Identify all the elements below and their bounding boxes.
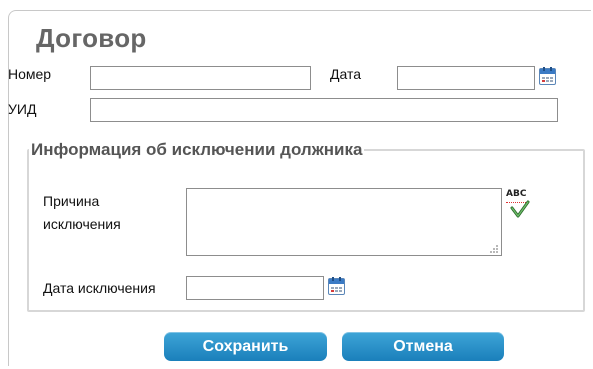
- number-label: Номер: [8, 66, 52, 82]
- exclusion-calendar-icon[interactable]: [328, 277, 345, 295]
- exclusion-legend: Информация об исключении должника: [31, 140, 363, 159]
- resize-grip-icon[interactable]: [490, 245, 498, 253]
- spellcheck-icon[interactable]: ABC: [506, 190, 534, 220]
- exclusion-date-label: Дата исключения: [43, 280, 156, 296]
- reason-textarea[interactable]: [186, 188, 502, 256]
- reason-label-line1: Причина: [43, 193, 100, 209]
- calendar-icon[interactable]: [539, 67, 556, 85]
- uid-label: УИД: [8, 101, 37, 117]
- number-input[interactable]: [90, 66, 311, 90]
- date-label: Дата: [330, 66, 362, 82]
- cancel-button[interactable]: Отмена: [342, 332, 504, 361]
- page-title: Договор: [36, 23, 147, 53]
- reason-label-line2: исключения: [43, 216, 121, 232]
- uid-input[interactable]: [90, 98, 558, 122]
- exclusion-date-input[interactable]: [186, 276, 324, 300]
- save-button[interactable]: Сохранить: [164, 332, 327, 361]
- date-input[interactable]: [397, 66, 535, 90]
